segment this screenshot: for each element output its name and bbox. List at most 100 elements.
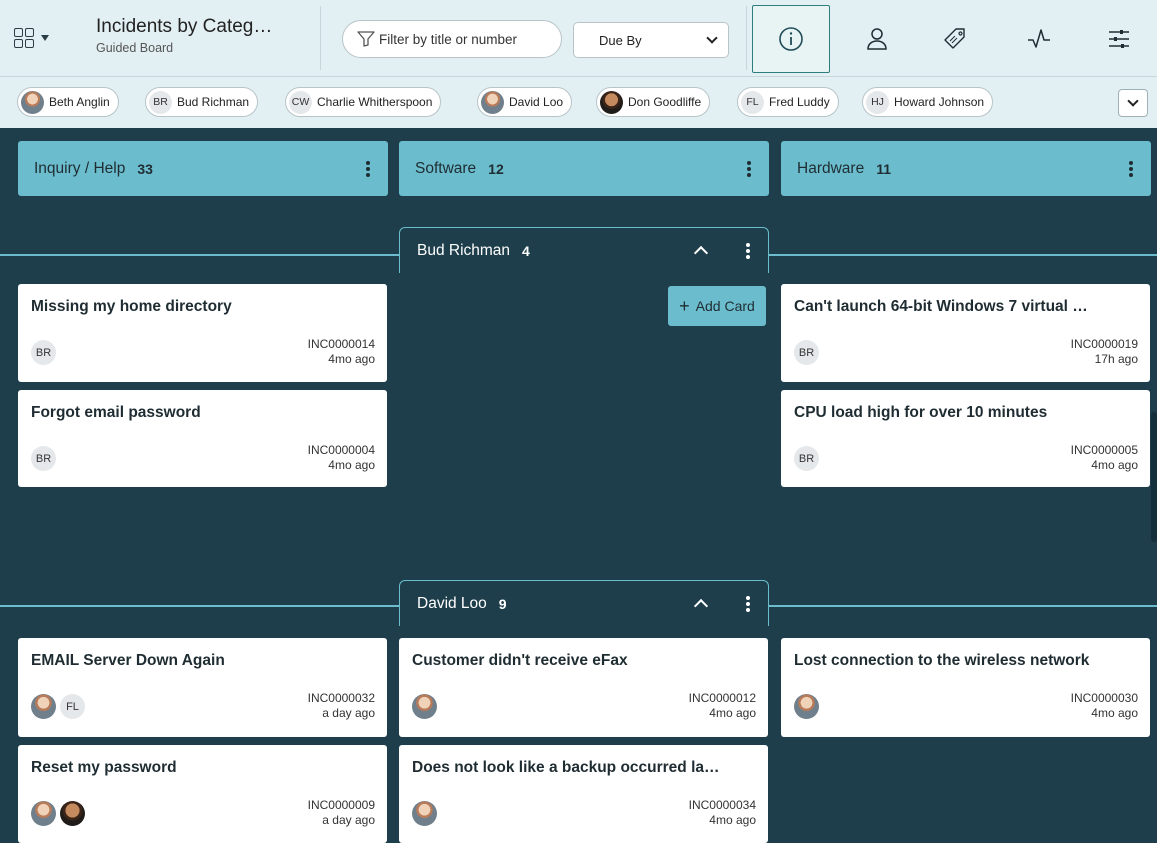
card-number: INC0000030	[1070, 691, 1138, 705]
column-count: 33	[137, 160, 153, 177]
card-title: CPU load high for over 10 minutes	[794, 404, 1048, 421]
more-options-icon[interactable]	[366, 160, 370, 177]
collapse-icon[interactable]	[693, 245, 709, 261]
card-title: Does not look like a backup occurred la…	[412, 759, 720, 776]
card[interactable]: Does not look like a backup occurred la……	[399, 745, 768, 843]
board-subtitle: Guided Board	[96, 41, 174, 55]
card-assignees: BR	[794, 340, 819, 365]
card-meta: INC0000012 4mo ago	[689, 691, 756, 721]
column-header-hardware[interactable]: Hardware 11	[781, 141, 1151, 196]
card-meta: INC0000019 17h ago	[1071, 337, 1138, 367]
more-options-icon[interactable]	[746, 242, 750, 259]
avatar	[31, 694, 56, 719]
card-meta: INC0000005 4mo ago	[1071, 443, 1138, 473]
assignee-button[interactable]	[838, 5, 916, 73]
sort-select[interactable]: Due By	[573, 22, 729, 58]
card[interactable]: CPU load high for over 10 minutes BR INC…	[781, 390, 1150, 487]
info-icon	[779, 27, 803, 51]
card-meta: INC0000034 4mo ago	[689, 798, 756, 828]
avatar	[60, 801, 85, 826]
avatar	[600, 90, 623, 114]
card-assignees	[794, 694, 819, 719]
avatar	[412, 694, 437, 719]
column-title: Hardware	[797, 159, 865, 177]
board-title-block: Incidents by Categ… Guided Board	[96, 16, 316, 55]
avatar: HJ	[866, 90, 889, 114]
board-switcher-button[interactable]	[10, 23, 74, 53]
card[interactable]: Lost connection to the wireless network …	[781, 638, 1150, 737]
card-age: 4mo ago	[709, 813, 756, 827]
card-number: INC0000014	[307, 337, 375, 351]
plus-icon: +	[679, 296, 690, 316]
card[interactable]: Forgot email password BR INC0000004 4mo a…	[18, 390, 387, 487]
column-title: Software	[415, 159, 477, 177]
swimlane-title: Bud Richman	[417, 241, 511, 259]
person-chip-label: Charlie Whitherspoon	[317, 95, 433, 109]
board-scrollbar[interactable]	[1151, 412, 1157, 542]
card-number: INC0000034	[688, 798, 756, 812]
card[interactable]: EMAIL Server Down Again FL INC0000032 a d…	[18, 638, 387, 737]
filter-field[interactable]	[342, 20, 562, 58]
card-assignees: BR	[31, 446, 56, 471]
people-filter-bar: Beth Anglin BR Bud Richman CW Charlie Wh…	[0, 76, 1157, 128]
person-chip-charlie-whitherspoon[interactable]: CW Charlie Whitherspoon	[285, 87, 442, 117]
board-header: Incidents by Categ… Guided Board Due By	[0, 0, 1157, 76]
avatar: BR	[31, 446, 56, 471]
card-title: Reset my password	[31, 759, 177, 776]
column-title: Inquiry / Help	[34, 159, 126, 177]
card-age: 4mo ago	[328, 352, 375, 366]
card-number: INC0000004	[307, 443, 375, 457]
card[interactable]: Reset my password INC0000009 a day ago	[18, 745, 387, 843]
activity-icon	[1028, 29, 1050, 48]
card-assignees: BR	[794, 446, 819, 471]
card-assignees	[31, 801, 85, 826]
person-chip-howard-johnson[interactable]: HJ Howard Johnson	[862, 87, 994, 117]
info-button[interactable]	[752, 5, 830, 73]
filter-input[interactable]	[379, 31, 549, 47]
avatar	[481, 90, 504, 114]
expand-people-button[interactable]	[1118, 89, 1148, 117]
person-chip-label: Fred Luddy	[769, 95, 830, 109]
avatar: BR	[149, 90, 172, 114]
more-options-icon[interactable]	[747, 160, 751, 177]
person-chip-label: David Loo	[509, 95, 564, 109]
settings-button[interactable]	[1080, 5, 1157, 73]
card[interactable]: Missing my home directory BR INC0000014 4…	[18, 284, 387, 382]
swimlane-title: David Loo	[417, 594, 487, 612]
card-assignees: FL	[31, 694, 85, 719]
add-card-button[interactable]: + Add Card	[668, 286, 766, 326]
swimlane-count: 9	[498, 595, 507, 612]
divider	[746, 6, 747, 70]
person-chip-david-loo[interactable]: David Loo	[477, 87, 573, 117]
person-chip-bud-richman[interactable]: BR Bud Richman	[145, 87, 259, 117]
more-options-icon[interactable]	[1129, 160, 1133, 177]
card[interactable]: Can't launch 64-bit Windows 7 virtual … …	[781, 284, 1150, 382]
card-age: 17h ago	[1094, 352, 1138, 366]
column-header-inquiry-help[interactable]: Inquiry / Help 33	[18, 141, 388, 196]
sliders-icon	[1109, 30, 1129, 48]
person-chip-beth-anglin[interactable]: Beth Anglin	[17, 87, 119, 117]
collapse-icon[interactable]	[693, 598, 709, 614]
person-chip-fred-luddy[interactable]: FL Fred Luddy	[737, 87, 839, 117]
card-meta: INC0000030 4mo ago	[1071, 691, 1138, 721]
avatar: FL	[741, 90, 764, 114]
card-title: Can't launch 64-bit Windows 7 virtual …	[794, 298, 1088, 315]
card-number: INC0000012	[688, 691, 756, 705]
grid-icon	[14, 28, 34, 48]
person-chip-label: Don Goodliffe	[628, 95, 702, 109]
person-chip-don-goodliffe[interactable]: Don Goodliffe	[596, 87, 711, 117]
swimlane-header-david-loo[interactable]: David Loo 9	[399, 580, 769, 626]
swimlane-header-bud-richman[interactable]: Bud Richman 4	[399, 227, 769, 273]
avatar	[794, 694, 819, 719]
card-title: Forgot email password	[31, 404, 201, 421]
more-options-icon[interactable]	[746, 595, 750, 612]
card-meta: INC0000032 a day ago	[308, 691, 375, 721]
column-header-software[interactable]: Software 12	[399, 141, 769, 196]
card[interactable]: Customer didn't receive eFax INC0000012 4…	[399, 638, 768, 737]
filter-icon	[357, 31, 375, 47]
card-age: 4mo ago	[328, 458, 375, 472]
tag-icon	[944, 28, 965, 49]
tag-button[interactable]	[916, 5, 994, 73]
card-age: a day ago	[322, 813, 375, 827]
activity-button[interactable]	[1000, 5, 1078, 73]
